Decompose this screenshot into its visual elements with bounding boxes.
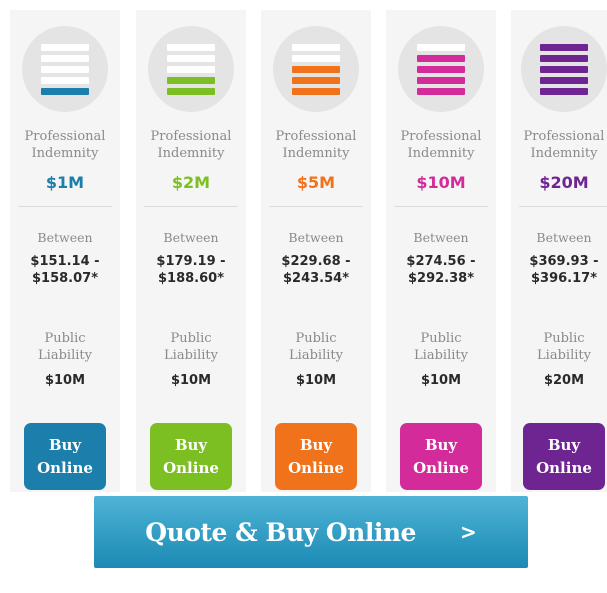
divider (144, 206, 238, 207)
stack-level-icon (398, 26, 484, 112)
price-range: $369.93 - $396.17* (529, 254, 599, 286)
divider (519, 206, 607, 207)
professional-indemnity-label: Professional Indemnity (24, 129, 106, 161)
professional-indemnity-amount: $5M (296, 173, 336, 192)
professional-indemnity-amount: $10M (416, 173, 466, 192)
plan-cards: Professional Indemnity $1M Between $151.1… (0, 0, 607, 492)
online-label: Online (536, 458, 592, 477)
stack-level-icon (521, 26, 607, 112)
buy-label: Buy (48, 435, 82, 454)
plan-card-5m: Professional Indemnity $5M Between $229.6… (261, 10, 371, 492)
public-liability-amount: $10M (170, 373, 212, 388)
quote-button-label: Quote & Buy Online (145, 517, 416, 547)
public-liability-amount: $10M (420, 373, 462, 388)
plan-card-2m: Professional Indemnity $2M Between $179.1… (136, 10, 246, 492)
public-liability-label: Public Liability (289, 331, 343, 363)
public-liability-amount: $10M (44, 373, 86, 388)
buy-online-button[interactable]: Buy Online (400, 423, 482, 490)
public-liability-label: Public Liability (38, 331, 92, 363)
plan-card-10m: Professional Indemnity $10M Between $274.… (386, 10, 496, 492)
public-liability-label: Public Liability (414, 331, 468, 363)
plan-card-20m: Professional Indemnity $20M Between $369.… (511, 10, 607, 492)
buy-online-button[interactable]: Buy Online (150, 423, 232, 490)
between-label: Between (288, 230, 344, 245)
professional-indemnity-amount: $1M (45, 173, 85, 192)
divider (18, 206, 112, 207)
buy-label: Buy (424, 435, 458, 454)
buy-label: Buy (299, 435, 333, 454)
public-liability-amount: $10M (295, 373, 337, 388)
online-label: Online (163, 458, 219, 477)
plan-card-1m: Professional Indemnity $1M Between $151.1… (10, 10, 120, 492)
buy-label: Buy (547, 435, 581, 454)
between-label: Between (37, 230, 93, 245)
chevron-right-icon: > (459, 520, 477, 544)
public-liability-label: Public Liability (164, 331, 218, 363)
professional-indemnity-label: Professional Indemnity (400, 129, 482, 161)
stack-level-icon (148, 26, 234, 112)
professional-indemnity-amount: $20M (539, 173, 589, 192)
professional-indemnity-label: Professional Indemnity (523, 129, 605, 161)
price-range: $274.56 - $292.38* (406, 254, 476, 286)
online-label: Online (37, 458, 93, 477)
price-range: $151.14 - $158.07* (30, 254, 100, 286)
price-range: $229.68 - $243.54* (281, 254, 351, 286)
online-label: Online (288, 458, 344, 477)
between-label: Between (413, 230, 469, 245)
buy-online-button[interactable]: Buy Online (24, 423, 106, 490)
buy-online-button[interactable]: Buy Online (523, 423, 605, 490)
online-label: Online (413, 458, 469, 477)
stack-level-icon (22, 26, 108, 112)
public-liability-amount: $20M (543, 373, 585, 388)
price-range: $179.19 - $188.60* (156, 254, 226, 286)
between-label: Between (163, 230, 219, 245)
quote-and-buy-online-button[interactable]: Quote & Buy Online > (94, 496, 528, 568)
professional-indemnity-label: Professional Indemnity (275, 129, 357, 161)
divider (394, 206, 488, 207)
between-label: Between (536, 230, 592, 245)
buy-label: Buy (174, 435, 208, 454)
public-liability-label: Public Liability (537, 331, 591, 363)
buy-online-button[interactable]: Buy Online (275, 423, 357, 490)
divider (269, 206, 363, 207)
professional-indemnity-label: Professional Indemnity (150, 129, 232, 161)
professional-indemnity-amount: $2M (171, 173, 211, 192)
stack-level-icon (273, 26, 359, 112)
